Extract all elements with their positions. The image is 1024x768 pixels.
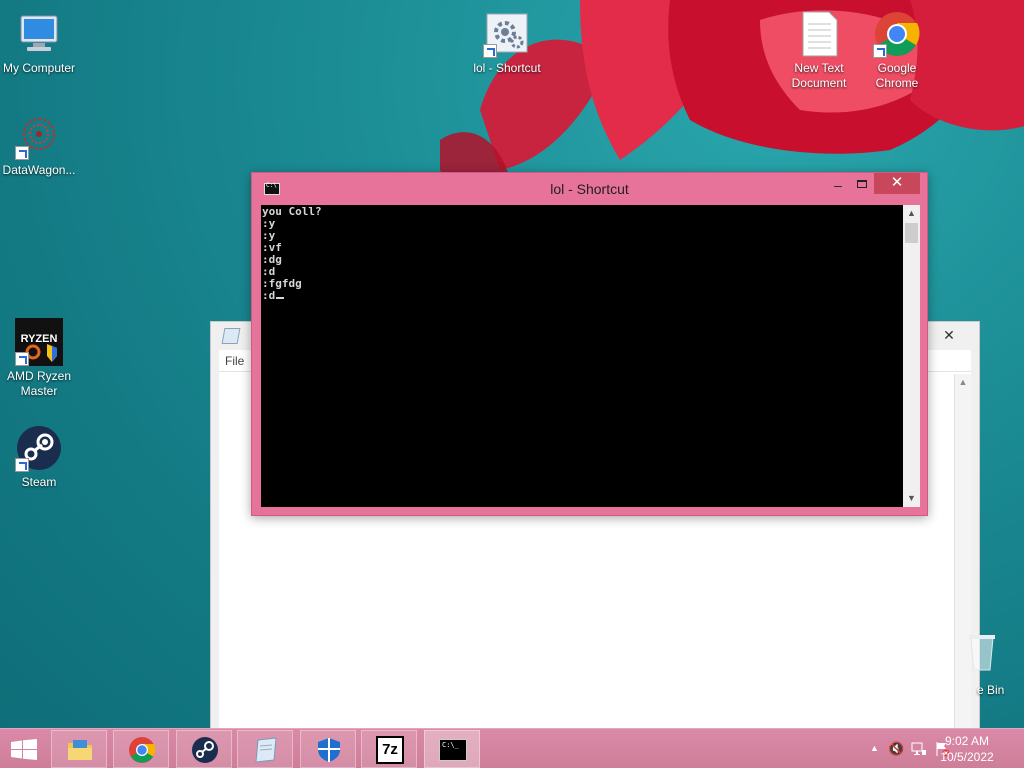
desktop-icon-label: e Bin <box>977 683 1005 697</box>
notepad-close-button[interactable]: ✕ <box>929 324 969 346</box>
clock[interactable]: 9:02 AM 10/5/2022 <box>932 733 1002 765</box>
maximize-button[interactable] <box>848 177 876 198</box>
text-document-icon <box>795 10 843 58</box>
folder-icon <box>68 740 92 760</box>
datawagon-icon <box>15 112 63 160</box>
desktop-icon-recycle-bin[interactable]: e Bin <box>965 630 1024 710</box>
desktop-icon-datawagon[interactable]: DataWagon... <box>0 112 78 178</box>
svg-text:RYZEN: RYZEN <box>21 333 58 345</box>
start-button[interactable] <box>0 729 48 768</box>
clock-date: 10/5/2022 <box>940 750 994 764</box>
chrome-icon <box>129 737 156 763</box>
text-cursor <box>276 297 285 299</box>
taskbar-notepad[interactable] <box>237 730 293 768</box>
shield-icon <box>318 738 340 762</box>
desktop-icon-label: Google Chrome <box>875 61 919 90</box>
taskbar-7zip[interactable]: 7z <box>361 730 417 768</box>
volume-muted-icon[interactable]: 🔇 <box>888 741 904 757</box>
console-line-current: :d <box>262 290 322 302</box>
scroll-thumb[interactable] <box>905 223 918 243</box>
show-hidden-icons-icon[interactable]: ▲ <box>870 743 879 753</box>
desktop-icon-lol-shortcut[interactable]: lol - Shortcut <box>467 10 547 76</box>
system-tray: ▲ 🔇 9:02 AM 10/5/2022 <box>844 729 1024 768</box>
cmd-icon: C:\_ <box>439 739 467 761</box>
scroll-up-icon[interactable]: ▲ <box>903 205 920 222</box>
notepad-icon <box>255 737 277 763</box>
steam-icon <box>15 424 63 472</box>
desktop-icon-new-text-document[interactable]: New Text Document <box>780 10 858 91</box>
notepad-app-icon <box>221 328 241 344</box>
shortcut-arrow-icon <box>873 44 887 58</box>
network-icon[interactable] <box>911 741 927 757</box>
steam-icon <box>192 737 218 763</box>
desktop-icon-label: New Text Document <box>791 61 847 90</box>
cmd-window[interactable]: lol - Shortcut – ✕ you Coll?:y:y:vf:dg:d… <box>251 172 928 516</box>
taskbar-file-explorer[interactable] <box>51 730 107 768</box>
ryzen-master-icon: RYZEN <box>15 318 63 366</box>
taskbar-command-prompt[interactable]: C:\_ <box>424 730 480 768</box>
desktop-icon-label: My Computer <box>2 61 76 75</box>
gear-settings-icon <box>483 10 531 58</box>
menu-file[interactable]: File <box>225 354 244 368</box>
shortcut-arrow-icon <box>15 352 29 366</box>
desktop-icon-steam[interactable]: Steam <box>0 424 78 490</box>
desktop-icon-google-chrome[interactable]: Google Chrome <box>858 10 936 91</box>
shortcut-arrow-icon <box>15 458 29 472</box>
taskbar-google-chrome[interactable] <box>113 730 169 768</box>
taskbar: 7z C:\_ ▲ 🔇 9:02 AM 10/5/2022 <box>0 728 1024 768</box>
scroll-up-icon[interactable]: ▲ <box>955 374 971 391</box>
console-output[interactable]: you Coll?:y:y:vf:dg:d:fgfdg:d ▲ ▼ <box>261 205 920 507</box>
close-button[interactable]: ✕ <box>874 173 920 194</box>
desktop-icon-label: Steam <box>21 475 57 489</box>
chrome-icon <box>873 10 921 58</box>
desktop-icon-label: lol - Shortcut <box>473 61 541 75</box>
maximize-icon <box>857 180 867 188</box>
shortcut-arrow-icon <box>483 44 497 58</box>
console-line: :d <box>262 289 276 302</box>
console-text: you Coll?:y:y:vf:dg:d:fgfdg:d <box>262 206 322 302</box>
7z-icon: 7z <box>376 736 404 764</box>
shortcut-arrow-icon <box>15 146 29 160</box>
desktop-icon-amd-ryzen-master[interactable]: RYZEN AMD Ryzen Master <box>0 318 78 399</box>
computer-icon <box>15 10 63 58</box>
console-scrollbar[interactable]: ▲ ▼ <box>903 205 920 507</box>
taskbar-windows-defender[interactable] <box>300 730 356 768</box>
desktop-icon-my-computer[interactable]: My Computer <box>0 10 78 76</box>
cmd-titlebar[interactable]: lol - Shortcut – ✕ <box>252 173 927 204</box>
taskbar-steam[interactable] <box>176 730 232 768</box>
windows-logo-icon <box>11 739 37 760</box>
recycle-bin-icon <box>969 632 995 672</box>
desktop-icon-label: AMD Ryzen Master <box>6 369 71 398</box>
scroll-down-icon[interactable]: ▼ <box>903 490 920 507</box>
desktop-icon-label: DataWagon... <box>2 163 76 177</box>
7z-icon-label: 7z <box>382 741 398 758</box>
clock-time: 9:02 AM <box>944 734 990 748</box>
